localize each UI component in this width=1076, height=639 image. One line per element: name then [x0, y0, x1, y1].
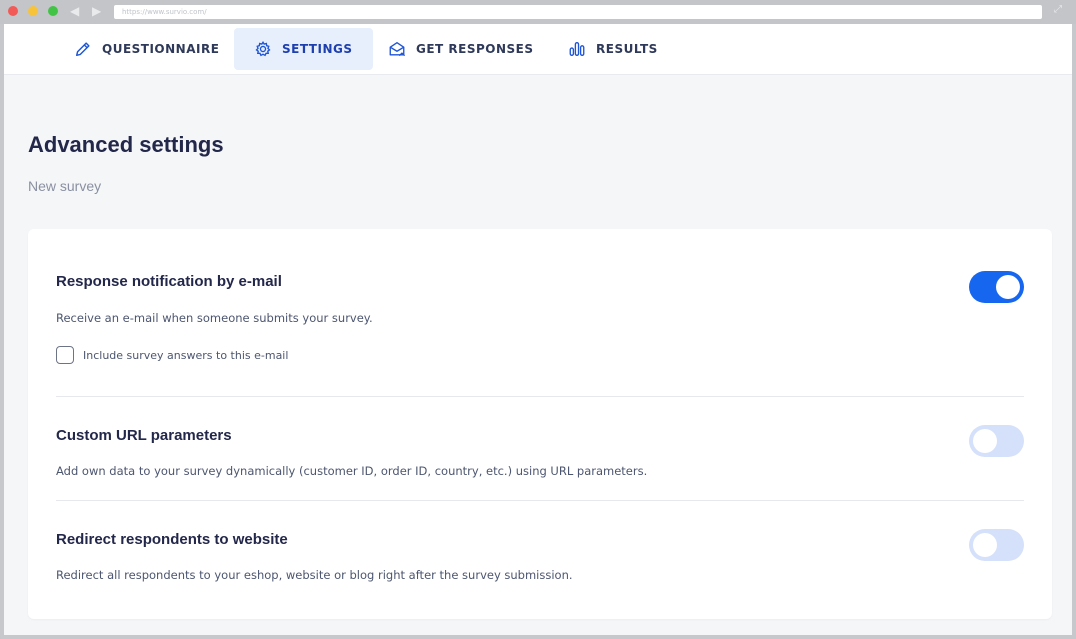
close-window-button[interactable]: [8, 6, 18, 16]
tab-get-responses[interactable]: GET RESPONSES: [368, 28, 554, 70]
envelope-send-icon: [389, 42, 405, 56]
include-answers-checkbox[interactable]: [56, 346, 74, 364]
settings-card: Response notification by e-mail Receive …: [28, 229, 1052, 619]
page-subtitle: New survey: [28, 178, 102, 194]
setting-redirect-respondents: Redirect respondents to website Redirect…: [56, 501, 1024, 619]
setting-email-notification: Response notification by e-mail Receive …: [56, 229, 1024, 397]
include-answers-checkbox-row[interactable]: Include survey answers to this e-mail: [56, 346, 288, 364]
setting-description: Receive an e-mail when someone submits y…: [56, 311, 373, 325]
pencil-icon: [75, 42, 90, 57]
setting-custom-url-parameters: Custom URL parameters Add own data to yo…: [56, 397, 1024, 501]
address-bar[interactable]: https://www.survio.com/: [114, 5, 1042, 19]
custom-url-parameters-toggle[interactable]: [969, 425, 1024, 457]
maximize-window-button[interactable]: [48, 6, 58, 16]
tab-questionnaire[interactable]: QUESTIONNAIRE: [54, 28, 239, 70]
minimize-window-button[interactable]: [28, 6, 38, 16]
tab-settings[interactable]: SETTINGS: [234, 28, 373, 70]
toggle-knob: [973, 533, 997, 557]
app-content: QUESTIONNAIRE SETTINGS GET RESPONSES RES…: [4, 24, 1072, 635]
browser-window: ◀ ▶ https://www.survio.com/ ⤢ QUESTIONNA…: [0, 0, 1076, 639]
tab-label: SETTINGS: [282, 42, 353, 56]
email-notification-toggle[interactable]: [969, 271, 1024, 303]
redirect-respondents-toggle[interactable]: [969, 529, 1024, 561]
tab-label: RESULTS: [596, 42, 658, 56]
checkbox-label: Include survey answers to this e-mail: [83, 348, 289, 362]
setting-title: Response notification by e-mail: [56, 273, 282, 290]
tab-results[interactable]: RESULTS: [548, 28, 678, 70]
setting-description: Add own data to your survey dynamically …: [56, 464, 648, 478]
expand-icon[interactable]: ⤢: [1054, 4, 1062, 15]
back-arrow-icon[interactable]: ◀: [70, 3, 79, 19]
toggle-knob: [996, 275, 1020, 299]
browser-chrome: ◀ ▶ https://www.survio.com/ ⤢: [0, 0, 1076, 24]
forward-arrow-icon[interactable]: ▶: [92, 3, 101, 19]
tab-label: QUESTIONNAIRE: [102, 42, 220, 56]
page-title: Advanced settings: [28, 132, 224, 157]
top-tab-bar: QUESTIONNAIRE SETTINGS GET RESPONSES RES…: [4, 24, 1072, 75]
tab-label: GET RESPONSES: [416, 42, 534, 56]
setting-title: Custom URL parameters: [56, 427, 232, 444]
gear-icon: [255, 40, 271, 57]
toggle-knob: [973, 429, 997, 453]
setting-title: Redirect respondents to website: [56, 531, 288, 548]
setting-description: Redirect all respondents to your eshop, …: [56, 568, 573, 582]
bar-chart-icon: [569, 42, 585, 56]
